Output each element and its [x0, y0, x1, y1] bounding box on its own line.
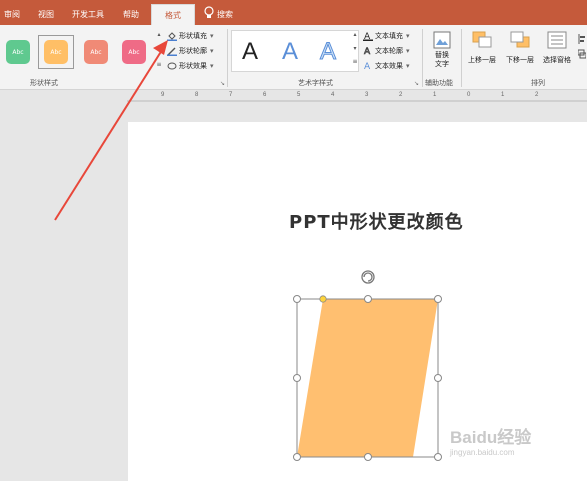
wordart-sample-blue[interactable]: A [282, 38, 298, 66]
group-separator [227, 29, 228, 87]
text-outline-icon: A [364, 47, 372, 56]
wordart-gallery: A A A [231, 30, 359, 72]
shape-effects-icon [167, 62, 177, 70]
bring-forward-button[interactable]: 上移一层 [464, 29, 500, 73]
svg-text:A: A [364, 47, 371, 56]
shape-style-swatch-green[interactable]: Abc [6, 40, 30, 64]
ruler-label: 8 [195, 92, 199, 98]
ribbon: Abc Abc Abc Abc ▴ ▾ ≡ 形状填充 ▾ 形状轮廓 ▾ 形状效果 ▾ … [0, 25, 587, 90]
group-label-arrange: 排列 [531, 79, 545, 87]
wordart-scroll-up-icon[interactable]: ▴ [351, 31, 359, 38]
watermark-url: jingyan.baidu.com [450, 448, 515, 457]
tab-format[interactable]: 格式 [151, 4, 195, 25]
selection-pane-button[interactable]: 选择窗格 [539, 29, 575, 73]
align-icon[interactable] [578, 34, 586, 44]
text-fill-button[interactable]: A 文本填充 ▾ [363, 31, 410, 41]
tab-developer[interactable]: 开发工具 [72, 9, 104, 20]
alt-text-icon [433, 31, 451, 49]
lightbulb-icon [204, 6, 214, 18]
bring-forward-label: 上移一层 [468, 56, 496, 64]
slide-title[interactable]: PPT中形状更改颜色 [289, 208, 464, 234]
shape-styles-launcher-icon[interactable]: ↘ [220, 80, 225, 87]
pencil-icon [167, 47, 177, 56]
text-fill-icon: A [363, 32, 373, 41]
wordart-more-icon[interactable]: ≡ [351, 58, 359, 65]
group-label-wordart: 艺术字样式 [298, 79, 333, 87]
wordart-scroll-down-icon[interactable]: ▾ [351, 45, 359, 52]
group-separator [461, 29, 462, 87]
ruler-label: 5 [297, 92, 301, 98]
text-fill-label: 文本填充 [375, 32, 403, 40]
alt-text-button[interactable]: 替换 文字 [426, 29, 458, 75]
shape-fill-label: 形状填充 [179, 32, 207, 40]
ruler-label: 9 [161, 92, 165, 98]
text-effects-icon: A [364, 62, 371, 71]
selection-pane-label: 选择窗格 [543, 56, 571, 64]
horizontal-ruler: 9 8 7 6 5 4 3 2 1 0 1 2 [127, 92, 587, 102]
gallery-more-icon[interactable]: ≡ [155, 61, 163, 68]
shape-style-swatch-orange[interactable]: Abc [44, 40, 68, 64]
shape-outline-button[interactable]: 形状轮廓 ▾ [167, 46, 214, 56]
svg-text:A: A [364, 62, 371, 71]
gallery-scroll-down-icon[interactable]: ▾ [155, 47, 163, 54]
selection-pane-icon [547, 31, 567, 49]
watermark-brand: Baidu经验 [450, 428, 532, 447]
bring-forward-icon [472, 31, 492, 48]
tab-review[interactable]: 审阅 [4, 9, 20, 20]
shape-effects-button[interactable]: 形状效果 ▾ [167, 61, 214, 71]
paint-bucket-icon [167, 32, 177, 41]
wordart-sample-outline[interactable]: A [319, 38, 336, 66]
shape-effects-label: 形状效果 [179, 62, 207, 70]
shape-outline-label: 形状轮廓 [179, 47, 207, 55]
send-backward-icon [510, 31, 530, 48]
ribbon-tab-bar: 审阅 视图 开发工具 帮助 格式 搜索 [0, 0, 587, 25]
tab-view[interactable]: 视图 [38, 9, 54, 20]
wordart-sample-black[interactable]: A [242, 38, 258, 66]
tell-me-search[interactable]: 搜索 [217, 9, 233, 20]
shape-fill-button[interactable]: 形状填充 ▾ [167, 31, 214, 41]
group-label-shape-styles: 形状样式 [30, 79, 58, 87]
alt-text-label-line1: 替换 [435, 51, 449, 59]
shape-style-swatch-pink[interactable]: Abc [122, 40, 146, 64]
text-outline-button[interactable]: A 文本轮廓 ▾ [363, 46, 410, 56]
group-separator [422, 29, 423, 87]
ruler-label: 2 [399, 92, 403, 98]
ruler-label: 4 [331, 92, 335, 98]
ruler-label: 6 [263, 92, 267, 98]
ruler-label: 0 [467, 92, 471, 98]
ruler-label: 3 [365, 92, 369, 98]
gallery-scroll-up-icon[interactable]: ▴ [155, 31, 163, 38]
wordart-launcher-icon[interactable]: ↘ [414, 80, 419, 87]
shape-style-swatch-salmon[interactable]: Abc [84, 40, 108, 64]
text-outline-label: 文本轮廓 [375, 47, 403, 55]
ruler-label: 7 [229, 92, 233, 98]
alt-text-label-line2: 文字 [435, 60, 449, 68]
text-effects-button[interactable]: A 文本效果 ▾ [363, 61, 410, 71]
group-objects-icon[interactable] [578, 49, 586, 59]
ruler-label: 1 [433, 92, 437, 98]
send-backward-label: 下移一层 [506, 56, 534, 64]
text-effects-label: 文本效果 [375, 62, 403, 70]
group-label-accessibility: 辅助功能 [425, 79, 453, 87]
ruler-label: 1 [501, 92, 505, 98]
watermark: Baidu经验 jingyan.baidu.com [450, 423, 531, 457]
tab-help[interactable]: 帮助 [123, 9, 139, 20]
ruler-label: 2 [535, 92, 539, 98]
send-backward-button[interactable]: 下移一层 [502, 29, 538, 73]
